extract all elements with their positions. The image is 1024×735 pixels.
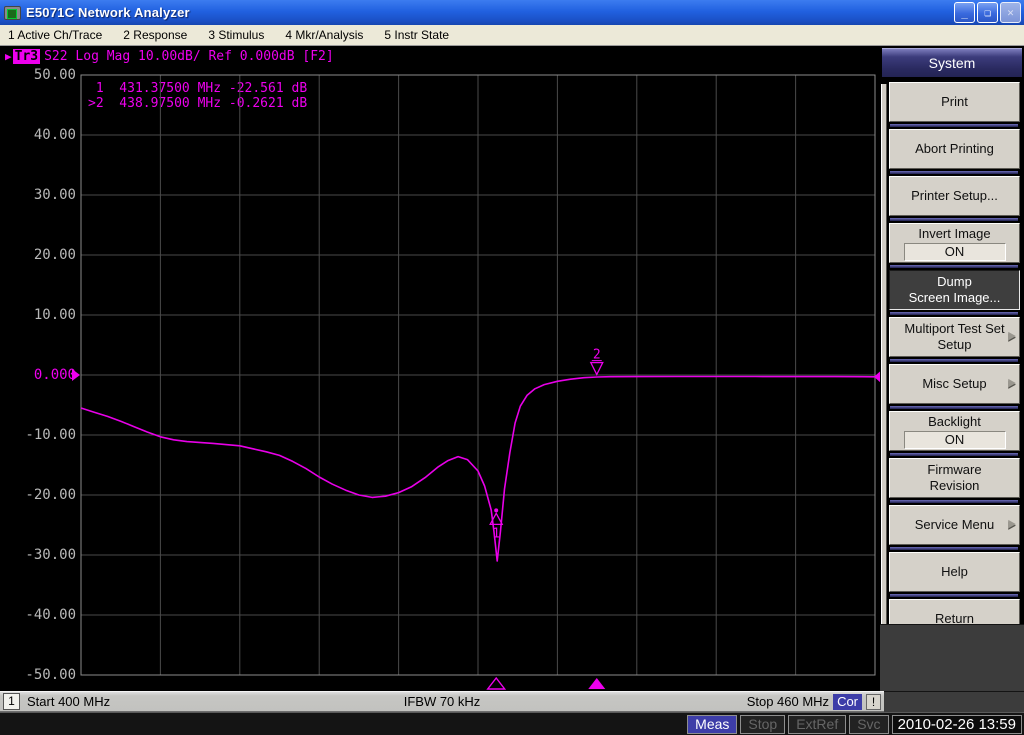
analyzer-screen: ▶ Tr3 S22 Log Mag 10.00dB/ Ref 0.000dB [… (0, 46, 880, 691)
close-button: ✕ (1000, 2, 1021, 23)
menu-item-5-instr-state[interactable]: 5 Instr State (382, 27, 451, 43)
softkey-abort-printing[interactable]: Abort Printing (889, 129, 1020, 169)
channel-status-row: 1 Start 400 MHz IFBW 70 kHz Stop 460 MHz… (0, 691, 1024, 712)
app-icon (4, 5, 21, 20)
submenu-arrow-icon: ▶ (1008, 518, 1016, 531)
softkey-slot: Misc Setup ▶ (889, 364, 1020, 409)
softkey-slot: Help (889, 552, 1020, 597)
marker-1-label: 1 (492, 526, 500, 541)
softkey-label: Multiport Test Set Setup (904, 321, 1005, 352)
plot-area[interactable]: 12 (0, 46, 880, 691)
softkey-print[interactable]: Print (889, 82, 1020, 122)
softkey-help[interactable]: Help (889, 552, 1020, 592)
marker-1-point (494, 508, 499, 513)
softkey-multiport-test-set-setup[interactable]: Multiport Test Set Setup ▶ (889, 317, 1020, 357)
submenu-arrow-icon: ▶ (1008, 377, 1016, 390)
softkey-firmware-revision[interactable]: Firmware Revision (889, 458, 1020, 498)
stimulus-marker-2-icon (588, 678, 606, 689)
softkey-service-menu[interactable]: Service Menu ▶ (889, 505, 1020, 545)
start-frequency-label: Start 400 MHz (27, 694, 111, 709)
datetime-display: 2010-02-26 13:59 (891, 714, 1022, 734)
softkey-state-value: ON (903, 242, 1006, 261)
correction-status-badge: Cor (833, 693, 863, 710)
softkey-slot: Print (889, 82, 1020, 127)
title-bar: E5071C Network Analyzer _ ❏ ✕ (0, 0, 1024, 25)
softkey-label: Firmware Revision (927, 462, 982, 493)
stop-frequency-label: Stop 460 MHz (746, 694, 830, 709)
main-area: ▶ Tr3 S22 Log Mag 10.00dB/ Ref 0.000dB [… (0, 46, 1024, 691)
status-row-filler (884, 691, 1024, 712)
softkey-slot: Service Menu ▶ (889, 505, 1020, 550)
menu-item-3-stimulus[interactable]: 3 Stimulus (206, 27, 266, 43)
instrument-status-bar: Meas Stop ExtRef Svc 2010-02-26 13:59 (0, 712, 1024, 735)
ref-level-marker-left-icon (72, 369, 80, 381)
softkey-slot: Abort Printing (889, 129, 1020, 174)
submenu-arrow-icon: ▶ (1008, 330, 1016, 343)
softkey-slot: Firmware Revision (889, 458, 1020, 503)
window-title: E5071C Network Analyzer (26, 5, 190, 20)
softkey-buttons: Print Abort Printing Printer Setup... Inver… (889, 82, 1020, 644)
softkey-slot: Backlight ON (889, 411, 1020, 456)
softkey-label: Misc Setup (922, 376, 987, 391)
softkey-label: Abort Printing (915, 141, 994, 156)
softkey-misc-setup[interactable]: Misc Setup ▶ (889, 364, 1020, 404)
softkey-slot: Multiport Test Set Setup ▶ (889, 317, 1020, 362)
softkey-slot: Invert Image ON (889, 223, 1020, 268)
status-meas: Meas (687, 714, 738, 734)
softkey-label: Printer Setup... (911, 188, 998, 203)
softkey-dump-screen-image[interactable]: Dump Screen Image... (889, 270, 1020, 310)
menu-bar: 1 Active Ch/Trace 2 Response 3 Stimulus 4 M… (0, 25, 1024, 46)
channel-status-bar: 1 Start 400 MHz IFBW 70 kHz Stop 460 MHz… (0, 691, 884, 712)
restore-button[interactable]: ❏ (977, 2, 998, 23)
minimize-button[interactable]: _ (954, 2, 975, 23)
menu-item-4-mkr-analysis[interactable]: 4 Mkr/Analysis (283, 27, 365, 43)
menu-item-1-active-ch-trace[interactable]: 1 Active Ch/Trace (6, 27, 104, 43)
channel-number-badge: 1 (3, 693, 20, 710)
stimulus-marker-1-icon (486, 676, 507, 690)
softkey-label: Service Menu (914, 517, 995, 532)
softkey-scroll-strip[interactable] (881, 84, 887, 662)
status-svc: Svc (849, 714, 889, 734)
softkey-slot: Dump Screen Image... (889, 270, 1020, 315)
status-stop: Stop (740, 714, 786, 734)
softkey-state-value: ON (903, 430, 1006, 449)
menu-item-2-response[interactable]: 2 Response (121, 27, 189, 43)
softkey-label: Dump Screen Image... (908, 274, 1001, 305)
softkey-label: Help (941, 564, 968, 579)
softkey-slot: Printer Setup... (889, 176, 1020, 221)
softkey-invert-image[interactable]: Invert Image ON (889, 223, 1020, 263)
alert-badge: ! (866, 693, 882, 710)
marker-2-icon (589, 361, 604, 377)
softkey-printer-setup[interactable]: Printer Setup... (889, 176, 1020, 216)
window-controls: _ ❏ ✕ (954, 2, 1021, 23)
softkey-label: Backlight (928, 413, 981, 429)
softkey-sidebar: System Print Abort Printing Printer Setup.… (880, 46, 1024, 691)
softkey-backlight[interactable]: Backlight ON (889, 411, 1020, 451)
softkey-label: Invert Image (918, 225, 991, 241)
status-extref: ExtRef (788, 714, 847, 734)
sidebar-empty-area (880, 624, 1024, 691)
softkey-menu-title: System (882, 48, 1022, 77)
ifbw-label: IFBW 70 kHz (403, 694, 481, 709)
softkey-label: Print (941, 94, 968, 109)
